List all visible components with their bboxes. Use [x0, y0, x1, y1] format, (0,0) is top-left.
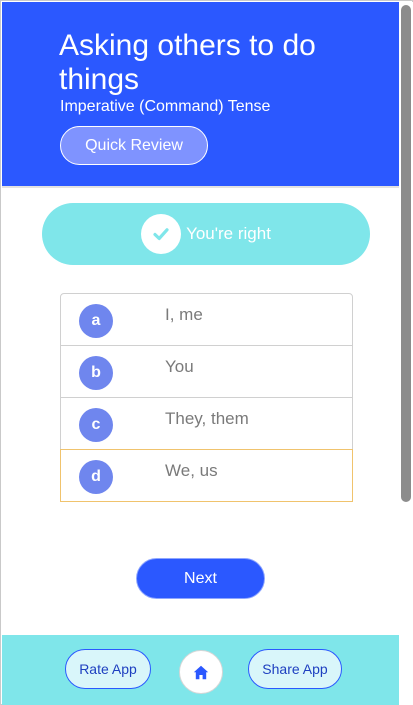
option-letter-badge: c: [79, 408, 113, 442]
option-text: They, them: [165, 409, 249, 428]
next-button[interactable]: Next: [136, 558, 265, 599]
footer-bar: Rate App Share App: [2, 635, 399, 705]
option-c[interactable]: c They, them: [60, 397, 353, 450]
home-icon: [193, 665, 209, 679]
page-subtitle: Imperative (Command) Tense: [60, 98, 271, 115]
check-icon: [141, 214, 182, 254]
option-letter-badge: d: [79, 460, 113, 494]
option-d[interactable]: d We, us: [60, 449, 353, 502]
header: Asking others to do things Imperative (C…: [2, 2, 399, 186]
option-letter-badge: b: [79, 356, 113, 390]
app-frame: Asking others to do things Imperative (C…: [0, 0, 413, 705]
feedback-text: You're right: [186, 224, 271, 243]
header-divider: [2, 186, 399, 188]
option-text: We, us: [165, 461, 218, 480]
option-letter-badge: a: [79, 304, 113, 338]
option-text: You: [165, 357, 194, 376]
page-title: Asking others to do things: [59, 29, 316, 96]
answer-options: a I, me b You c They, them d We, us: [60, 293, 353, 502]
feedback-banner: You're right: [42, 203, 370, 265]
share-app-button[interactable]: Share App: [248, 649, 342, 689]
scrollbar-thumb[interactable]: [401, 5, 411, 502]
option-b[interactable]: b You: [60, 345, 353, 398]
quick-review-button[interactable]: Quick Review: [60, 126, 208, 165]
option-text: I, me: [165, 305, 203, 324]
rate-app-button[interactable]: Rate App: [65, 649, 151, 689]
home-button[interactable]: [179, 650, 223, 694]
option-a[interactable]: a I, me: [60, 293, 353, 346]
